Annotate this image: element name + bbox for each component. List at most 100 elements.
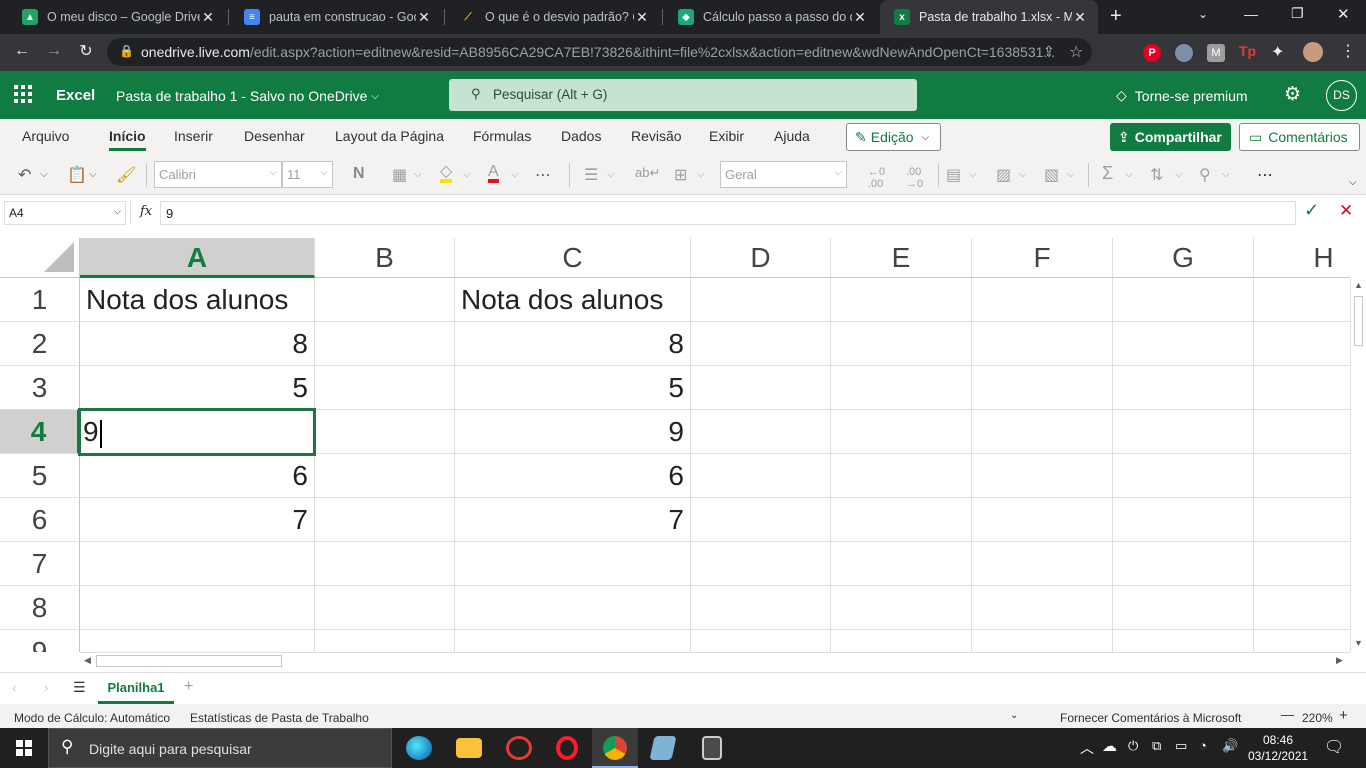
cell-e9[interactable] — [831, 630, 972, 652]
cell-a1[interactable]: Nota dos alunos — [80, 278, 315, 322]
profile-avatar-icon[interactable] — [1303, 42, 1323, 62]
cell-b7[interactable] — [315, 542, 455, 586]
cell-b8[interactable] — [315, 586, 455, 630]
tab-exibir[interactable]: Exibir — [709, 128, 744, 144]
close-tab-icon[interactable]: ✕ — [200, 9, 216, 26]
cell-a9[interactable] — [80, 630, 315, 652]
more-font-options-icon[interactable]: ⋯ — [535, 165, 551, 185]
sheet-tab-planilha1[interactable]: Planilha1 — [98, 673, 174, 704]
close-tab-icon[interactable]: ✕ — [852, 9, 868, 26]
cell-f3[interactable] — [972, 366, 1113, 410]
chevron-down-icon[interactable]: ⌄ — [1010, 710, 1018, 721]
cell-b3[interactable] — [315, 366, 455, 410]
cell-e2[interactable] — [831, 322, 972, 366]
back-icon[interactable]: ← — [10, 42, 34, 60]
scroll-left-icon[interactable]: ◀ — [84, 655, 91, 666]
column-header-g[interactable]: G — [1113, 238, 1254, 278]
cell-d7[interactable] — [691, 542, 831, 586]
cell-h8[interactable] — [1254, 586, 1350, 630]
bookmark-star-icon[interactable]: ☆ — [1069, 42, 1083, 62]
chevron-down-icon[interactable]: ⌵ — [969, 169, 977, 180]
vertical-scroll-thumb[interactable] — [1354, 296, 1363, 346]
scroll-down-icon[interactable]: ▼ — [1354, 638, 1363, 648]
taskbar-search-box[interactable]: ⚲ Digite aqui para pesquisar — [48, 728, 392, 768]
horizontal-scroll-thumb[interactable] — [96, 655, 282, 667]
search-input[interactable]: ⚲ Pesquisar (Alt + G) — [449, 79, 917, 111]
cell-g9[interactable] — [1113, 630, 1254, 652]
cell-b5[interactable] — [315, 454, 455, 498]
chevron-down-icon[interactable]: ⌵ — [1175, 169, 1183, 180]
number-format-select[interactable]: Geral ⌵ — [720, 161, 847, 188]
tab-layout[interactable]: Layout da Página — [335, 128, 444, 144]
increase-decimal-icon[interactable]: ←0.00 — [868, 166, 885, 190]
undo-icon[interactable]: ↶ — [18, 165, 31, 185]
row-header-3[interactable]: 3 — [0, 366, 80, 410]
chevron-down-icon[interactable]: ⌵ — [697, 169, 705, 180]
cell-c7[interactable] — [455, 542, 691, 586]
align-icon[interactable]: ☰ — [584, 165, 598, 185]
clock[interactable]: 08:46 03/12/2021 — [1248, 732, 1308, 764]
battery-icon[interactable]: ▭ — [1175, 738, 1187, 754]
tab-search-icon[interactable]: ⌄ — [1198, 7, 1208, 21]
scroll-up-icon[interactable]: ▲ — [1354, 280, 1363, 290]
decrease-decimal-icon[interactable]: .00 →0 — [906, 166, 923, 190]
close-tab-icon[interactable]: ✕ — [634, 9, 650, 26]
show-hidden-icons-icon[interactable]: ︿ — [1080, 738, 1094, 758]
zoom-level[interactable]: 220% — [1302, 711, 1333, 725]
add-sheet-icon[interactable]: + — [184, 678, 193, 696]
scroll-right-icon[interactable]: ▶ — [1336, 655, 1343, 666]
edge-icon[interactable] — [406, 736, 432, 760]
pinterest-extension-icon[interactable]: P — [1143, 44, 1161, 62]
cell-b1[interactable] — [315, 278, 455, 322]
row-header-2[interactable]: 2 — [0, 322, 80, 366]
column-header-c[interactable]: C — [455, 238, 691, 278]
cell-f2[interactable] — [972, 322, 1113, 366]
font-name-select[interactable]: Calibri ⌵ — [154, 161, 282, 188]
onedrive-cloud-icon[interactable]: ☁ — [1102, 737, 1117, 755]
cell-d6[interactable] — [691, 498, 831, 542]
tab-formulas[interactable]: Fórmulas — [473, 128, 531, 144]
cell-a8[interactable] — [80, 586, 315, 630]
app-red-icon[interactable] — [506, 736, 532, 760]
cell-e1[interactable] — [831, 278, 972, 322]
cell-f1[interactable] — [972, 278, 1113, 322]
select-all-corner[interactable] — [0, 238, 80, 278]
cell-g4[interactable] — [1113, 410, 1254, 454]
fill-color-icon[interactable]: ◇ — [440, 164, 453, 183]
cell-g5[interactable] — [1113, 454, 1254, 498]
user-avatar[interactable]: DS — [1326, 80, 1357, 111]
volume-icon[interactable]: 🔊 — [1222, 738, 1238, 754]
cell-h3[interactable] — [1254, 366, 1350, 410]
minimize-icon[interactable]: — — [1244, 6, 1258, 22]
cell-styles-icon[interactable]: ▧ — [1044, 165, 1059, 185]
paste-icon[interactable]: 📋 — [67, 165, 87, 185]
address-bar[interactable]: 🔒 onedrive.live.com/edit.aspx?action=edi… — [107, 38, 1092, 66]
cell-g8[interactable] — [1113, 586, 1254, 630]
chevron-down-icon[interactable]: ⌵ — [511, 169, 519, 180]
prev-sheet-icon[interactable]: ‹ — [12, 680, 16, 695]
cell-f4[interactable] — [972, 410, 1113, 454]
tab-ajuda[interactable]: Ajuda — [774, 128, 810, 144]
cell-h2[interactable] — [1254, 322, 1350, 366]
cell-d5[interactable] — [691, 454, 831, 498]
file-explorer-icon[interactable] — [456, 738, 482, 758]
chrome-taskbar-button[interactable] — [592, 728, 638, 768]
chevron-down-icon[interactable]: ⌵ — [1125, 169, 1133, 180]
cell-c9[interactable] — [455, 630, 691, 652]
device-icon[interactable]: ⏻ — [1128, 738, 1138, 754]
cell-a5[interactable]: 6 — [80, 454, 315, 498]
vertical-scrollbar[interactable]: ▲ ▼ — [1350, 278, 1366, 652]
cell-c3[interactable]: 5 — [455, 366, 691, 410]
cancel-x-icon[interactable]: ✕ — [1339, 201, 1353, 221]
cell-g6[interactable] — [1113, 498, 1254, 542]
share-button[interactable]: ⇪ Compartilhar — [1110, 123, 1231, 151]
cell-g3[interactable] — [1113, 366, 1254, 410]
expand-ribbon-icon[interactable]: ⌵ — [1349, 177, 1357, 188]
font-size-select[interactable]: 11 ⌵ — [282, 161, 333, 188]
cell-c5[interactable]: 6 — [455, 454, 691, 498]
reload-icon[interactable]: ↻ — [74, 41, 98, 61]
row-header-9[interactable]: 9 — [0, 630, 80, 652]
column-header-d[interactable]: D — [691, 238, 831, 278]
chevron-down-icon[interactable]: ⌵ — [40, 169, 48, 180]
cell-f5[interactable] — [972, 454, 1113, 498]
